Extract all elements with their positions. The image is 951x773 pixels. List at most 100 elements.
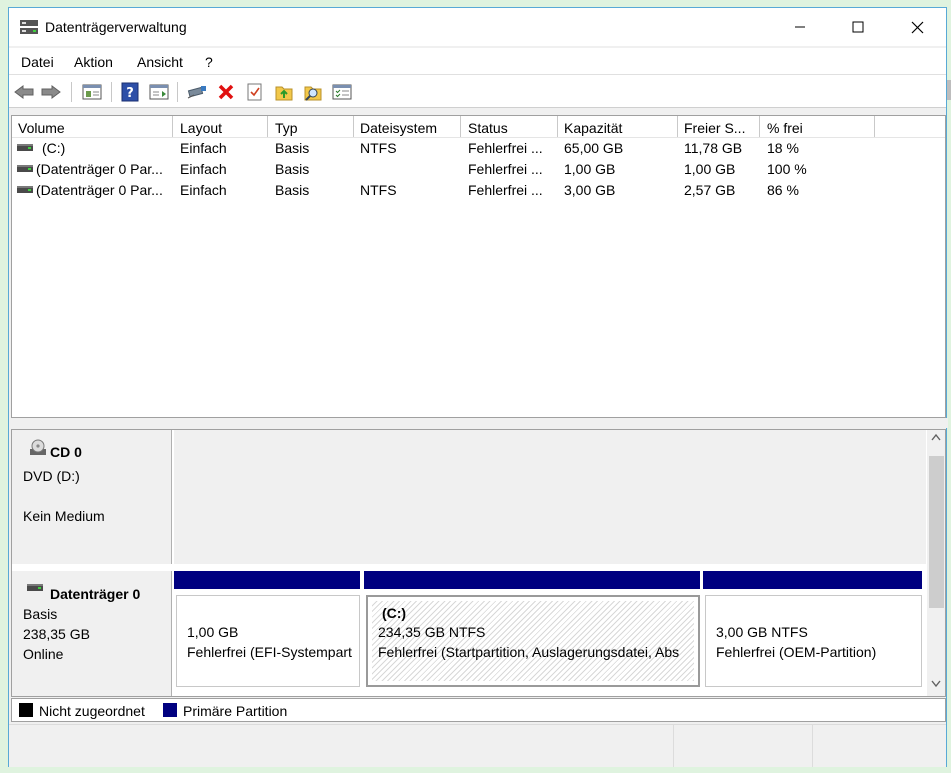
pane-splitter[interactable] (9, 418, 948, 428)
partition-oem-status: Fehlerfrei (OEM-Partition) (716, 644, 877, 660)
partition-oem[interactable]: 3,00 GB NTFS Fehlerfrei (OEM-Partition) (705, 595, 922, 687)
partition-bar-oem (703, 571, 922, 589)
properties-icon (82, 84, 102, 100)
disk-view-scrollbar[interactable] (927, 430, 945, 696)
menu-help[interactable]: ? (205, 54, 213, 70)
table-row[interactable]: (Datenträger 0 Par... Einfach Basis NTFS… (12, 180, 945, 201)
search-folder-button[interactable] (302, 81, 324, 103)
disk-graphical-view[interactable]: CD 0 DVD (D:) Kein Medium Datenträger 0 … (11, 429, 946, 697)
legend-swatch-unallocated (19, 703, 33, 717)
check-button[interactable] (244, 81, 266, 103)
cell-free-space: 11,78 GB (684, 140, 743, 156)
disk-management-window: Datenträgerverwaltung Datei Aktion Ansic… (8, 7, 948, 767)
cd-0-name: CD 0 (50, 444, 82, 460)
column-header-filesystem[interactable]: Dateisystem (354, 116, 461, 137)
legend-primary: Primäre Partition (183, 703, 288, 719)
menu-view[interactable]: Ansicht (137, 54, 183, 70)
scroll-up-icon[interactable] (931, 433, 941, 444)
background-window-edge (947, 80, 951, 100)
cell-filesystem: NTFS (360, 182, 397, 198)
column-header-volume[interactable]: Volume (12, 116, 173, 137)
cell-type: Basis (275, 140, 310, 156)
menu-bar: Datei Aktion Ansicht ? (9, 48, 946, 75)
column-header-status[interactable]: Status (462, 116, 558, 137)
column-header-type[interactable]: Typ (269, 116, 354, 137)
column-header-percent-free[interactable]: % frei (761, 116, 875, 137)
help-button[interactable]: ? (119, 81, 141, 103)
partition-efi[interactable]: 1,00 GB Fehlerfrei (EFI-Systempart (176, 595, 360, 687)
cell-volume: (Datenträger 0 Par... (36, 161, 163, 177)
search-folder-icon (304, 86, 322, 101)
cell-type: Basis (275, 182, 310, 198)
partition-bar-efi (174, 571, 360, 589)
window-title: Datenträgerverwaltung (45, 19, 187, 35)
drive-icon (17, 144, 33, 151)
cell-volume: (C:) (42, 140, 66, 156)
list-icon (332, 84, 352, 100)
volume-list[interactable]: Volume Layout Typ Dateisystem Status Kap… (11, 115, 946, 418)
cell-volume: (Datenträger 0 Par... (36, 182, 163, 198)
drive-icon (17, 186, 33, 193)
cell-free-space: 1,00 GB (684, 161, 736, 177)
cd-0-area (174, 430, 926, 564)
show-hide-icon (149, 84, 169, 100)
menu-action[interactable]: Aktion (74, 54, 113, 70)
cell-capacity: 65,00 GB (564, 140, 624, 156)
minimize-button[interactable] (771, 8, 829, 46)
partition-efi-status: Fehlerfrei (EFI-Systempart (187, 644, 352, 660)
show-hide-button[interactable] (148, 81, 170, 103)
cell-percent-free: 86 % (767, 182, 799, 198)
delete-icon (218, 84, 234, 100)
folder-up-button[interactable] (273, 81, 295, 103)
close-button[interactable] (888, 8, 946, 46)
scroll-thumb[interactable] (929, 456, 944, 608)
partition-c-size: 234,35 GB NTFS (378, 624, 486, 640)
partition-oem-size: 3,00 GB NTFS (716, 624, 808, 640)
folder-up-icon (275, 86, 293, 101)
back-icon (14, 85, 34, 99)
partition-bar-c (364, 571, 700, 589)
table-row[interactable]: (Datenträger 0 Par... Einfach Basis Fehl… (12, 159, 945, 180)
connect-icon (187, 86, 206, 99)
back-button[interactable] (13, 81, 35, 103)
status-segment (673, 725, 674, 767)
drive-icon (27, 584, 43, 591)
cell-capacity: 3,00 GB (564, 182, 616, 198)
check-icon (247, 83, 262, 101)
column-header-capacity[interactable]: Kapazität (558, 116, 678, 137)
disk-management-icon (19, 18, 39, 36)
drive-icon (17, 165, 33, 172)
volume-list-header: Volume Layout Typ Dateisystem Status Kap… (12, 116, 945, 138)
status-bar (9, 724, 946, 767)
partition-c[interactable]: (C:) 234,35 GB NTFS Fehlerfrei (Startpar… (366, 595, 700, 687)
svg-text:?: ? (126, 86, 134, 101)
table-row[interactable]: (C:) Einfach Basis NTFS Fehlerfrei ... 6… (12, 138, 945, 159)
maximize-button[interactable] (829, 8, 887, 46)
legend: Nicht zugeordnet Primäre Partition (11, 698, 946, 722)
cell-free-space: 2,57 GB (684, 182, 736, 198)
disk-0-size: 238,35 GB (23, 626, 90, 642)
disk-0-label[interactable]: Datenträger 0 Basis 238,35 GB Online (12, 571, 172, 696)
column-header-layout[interactable]: Layout (174, 116, 268, 137)
delete-button[interactable] (215, 81, 237, 103)
cd-0-label[interactable]: CD 0 DVD (D:) Kein Medium (12, 430, 172, 564)
menu-file[interactable]: Datei (21, 54, 54, 70)
legend-swatch-primary (163, 703, 177, 717)
scroll-down-icon[interactable] (931, 680, 941, 691)
cell-type: Basis (275, 161, 310, 177)
forward-icon (41, 85, 61, 99)
cell-layout: Einfach (180, 161, 227, 177)
cell-status: Fehlerfrei ... (468, 161, 543, 177)
properties-button[interactable] (81, 81, 103, 103)
cd-0-type: DVD (D:) (23, 468, 80, 484)
cd-drive-icon (29, 439, 47, 460)
cell-percent-free: 100 % (767, 161, 807, 177)
list-button[interactable] (331, 81, 353, 103)
cd-0-status: Kein Medium (23, 508, 105, 524)
connect-button[interactable] (186, 81, 208, 103)
forward-button[interactable] (40, 81, 62, 103)
column-header-free-space[interactable]: Freier S... (678, 116, 760, 137)
disk-0-partitions: 1,00 GB Fehlerfrei (EFI-Systempart (C:) … (174, 571, 926, 696)
cell-layout: Einfach (180, 140, 227, 156)
cell-percent-free: 18 % (767, 140, 799, 156)
